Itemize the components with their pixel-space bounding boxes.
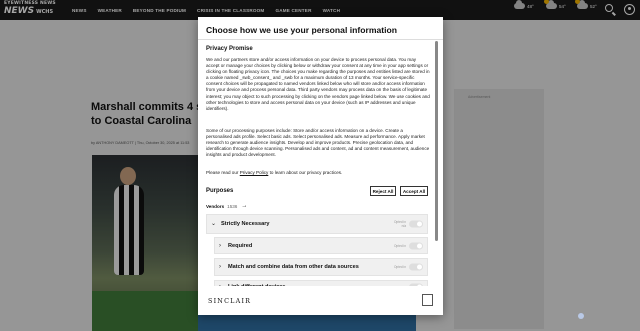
chevron-right-icon: › <box>219 264 221 270</box>
purpose-match-and-combine-data[interactable]: › Match and combine data from other data… <box>214 258 428 276</box>
dialog-title: Choose how we use your personal informat… <box>206 25 397 35</box>
purpose-strictly-necessary[interactable]: ⌄ Strictly Necessary Opted in n/a <box>206 214 428 234</box>
privacy-policy-notice: Please read our Privacy Policy to learn … <box>206 170 343 175</box>
purpose-required[interactable]: › Required Opted in <box>214 237 428 254</box>
match-and-combine-toggle[interactable] <box>409 263 423 271</box>
purposes-heading: Purposes <box>206 188 234 194</box>
reject-all-button[interactable]: Reject All <box>370 186 396 196</box>
chevron-down-icon: ⌄ <box>211 221 217 227</box>
strictly-necessary-toggle[interactable] <box>409 220 423 228</box>
privacy-settings-icon[interactable] <box>422 294 433 306</box>
privacy-promise-heading: Privacy Promise <box>206 46 253 52</box>
privacy-promise-text: We and our partners store and/or access … <box>206 57 430 111</box>
arrow-right-icon: → <box>241 203 248 209</box>
privacy-policy-link[interactable]: Privacy Policy <box>240 170 269 175</box>
processing-purposes-text: Some of our processing purposes include:… <box>206 128 430 158</box>
chevron-right-icon: › <box>219 242 221 249</box>
sinclair-logo: SINCLAIR <box>208 297 252 305</box>
accept-all-button[interactable]: Accept All <box>400 186 428 196</box>
required-toggle[interactable] <box>409 242 423 249</box>
vendors-link[interactable]: Vendors 1536 → <box>206 203 247 209</box>
floating-privacy-icon[interactable] <box>578 313 584 319</box>
dialog-scrollbar[interactable] <box>435 41 438 241</box>
